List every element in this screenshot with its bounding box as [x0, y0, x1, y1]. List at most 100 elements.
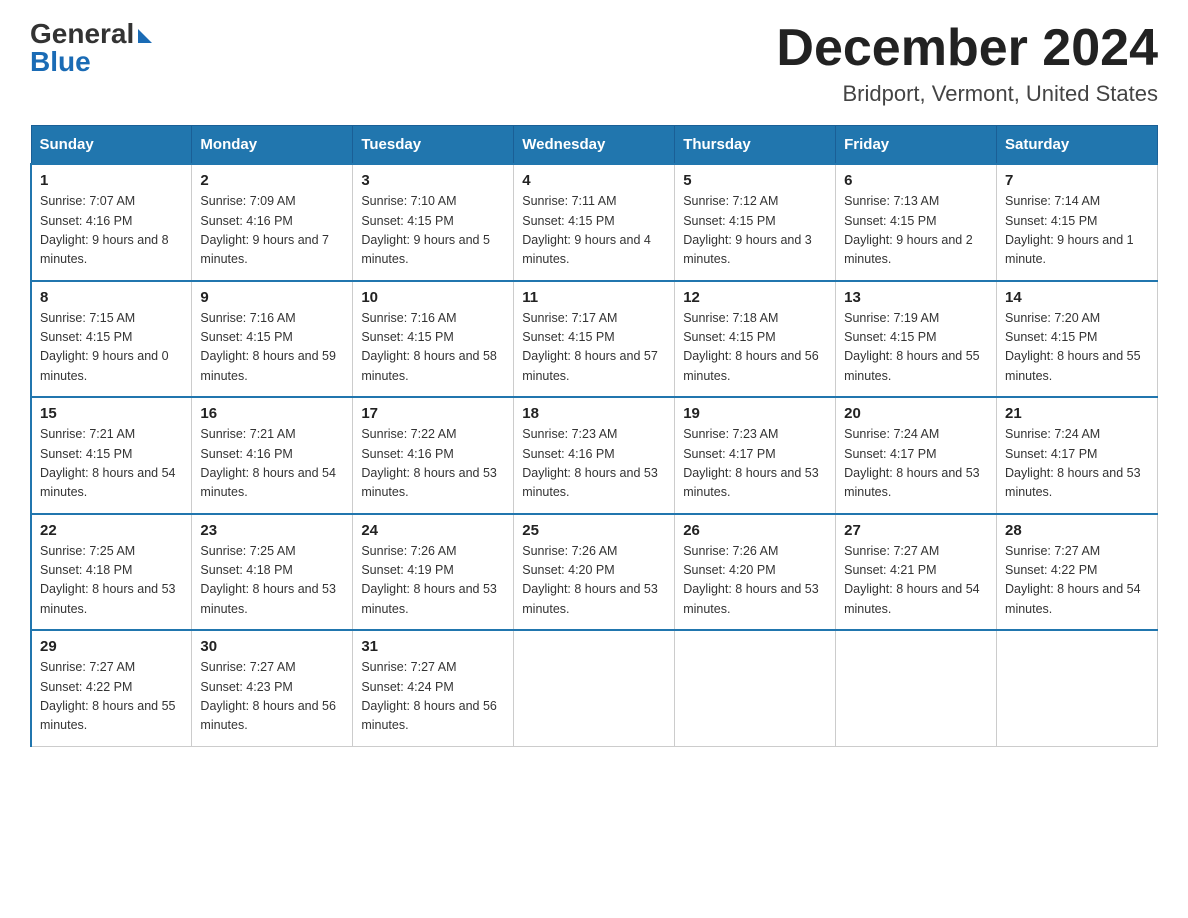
day-number: 9 — [200, 289, 344, 306]
day-info: Sunrise: 7:26 AMSunset: 4:20 PMDaylight:… — [522, 542, 666, 620]
day-info: Sunrise: 7:24 AMSunset: 4:17 PMDaylight:… — [1005, 425, 1149, 503]
day-number: 5 — [683, 172, 827, 189]
day-info: Sunrise: 7:27 AMSunset: 4:22 PMDaylight:… — [1005, 542, 1149, 620]
day-number: 16 — [200, 405, 344, 422]
day-number: 31 — [361, 638, 505, 655]
day-info: Sunrise: 7:27 AMSunset: 4:21 PMDaylight:… — [844, 542, 988, 620]
day-info: Sunrise: 7:16 AMSunset: 4:15 PMDaylight:… — [361, 309, 505, 387]
day-number: 3 — [361, 172, 505, 189]
day-cell: 15 Sunrise: 7:21 AMSunset: 4:15 PMDayligh… — [31, 397, 192, 514]
day-number: 30 — [200, 638, 344, 655]
week-row-4: 22Sunrise: 7:25 AMSunset: 4:18 PMDayligh… — [31, 514, 1158, 631]
day-number: 26 — [683, 522, 827, 539]
day-info: Sunrise: 7:21 AMSunset: 4:15 PMDaylight:… — [40, 425, 183, 503]
logo-general-text: General — [30, 20, 134, 48]
day-info: Sunrise: 7:23 AMSunset: 4:17 PMDaylight:… — [683, 425, 827, 503]
day-info: Sunrise: 7:19 AMSunset: 4:15 PMDaylight:… — [844, 309, 988, 387]
day-cell: 13 Sunrise: 7:19 AMSunset: 4:15 PMDayligh… — [836, 281, 997, 398]
day-info: Sunrise: 7:07 AMSunset: 4:16 PMDaylight:… — [40, 192, 183, 270]
day-number: 7 — [1005, 172, 1149, 189]
header-wednesday: Wednesday — [514, 126, 675, 165]
week-row-2: 8Sunrise: 7:15 AMSunset: 4:15 PMDaylight… — [31, 281, 1158, 398]
day-info: Sunrise: 7:11 AMSunset: 4:15 PMDaylight:… — [522, 192, 666, 270]
day-info: Sunrise: 7:13 AMSunset: 4:15 PMDaylight:… — [844, 192, 988, 270]
day-cell: 29Sunrise: 7:27 AMSunset: 4:22 PMDayligh… — [31, 630, 192, 746]
day-info: Sunrise: 7:27 AMSunset: 4:24 PMDaylight:… — [361, 658, 505, 736]
day-cell: 22Sunrise: 7:25 AMSunset: 4:18 PMDayligh… — [31, 514, 192, 631]
day-cell: 11Sunrise: 7:17 AMSunset: 4:15 PMDayligh… — [514, 281, 675, 398]
day-cell — [514, 630, 675, 746]
day-cell: 14 Sunrise: 7:20 AMSunset: 4:15 PMDayligh… — [997, 281, 1158, 398]
day-info: Sunrise: 7:16 AMSunset: 4:15 PMDaylight:… — [200, 309, 344, 387]
day-cell: 28 Sunrise: 7:27 AMSunset: 4:22 PMDayligh… — [997, 514, 1158, 631]
day-info: Sunrise: 7:25 AMSunset: 4:18 PMDaylight:… — [200, 542, 344, 620]
day-cell: 12Sunrise: 7:18 AMSunset: 4:15 PMDayligh… — [675, 281, 836, 398]
day-info: Sunrise: 7:26 AMSunset: 4:20 PMDaylight:… — [683, 542, 827, 620]
day-number: 2 — [200, 172, 344, 189]
day-cell — [997, 630, 1158, 746]
day-number: 13 — [844, 289, 988, 306]
day-cell: 25 Sunrise: 7:26 AMSunset: 4:20 PMDayligh… — [514, 514, 675, 631]
day-cell: 10 Sunrise: 7:16 AMSunset: 4:15 PMDayligh… — [353, 281, 514, 398]
day-info: Sunrise: 7:22 AMSunset: 4:16 PMDaylight:… — [361, 425, 505, 503]
day-info: Sunrise: 7:12 AMSunset: 4:15 PMDaylight:… — [683, 192, 827, 270]
day-cell: 17 Sunrise: 7:22 AMSunset: 4:16 PMDayligh… — [353, 397, 514, 514]
header-friday: Friday — [836, 126, 997, 165]
day-number: 21 — [1005, 405, 1149, 422]
day-number: 24 — [361, 522, 505, 539]
header-sunday: Sunday — [31, 126, 192, 165]
day-number: 23 — [200, 522, 344, 539]
day-info: Sunrise: 7:27 AMSunset: 4:23 PMDaylight:… — [200, 658, 344, 736]
day-info: Sunrise: 7:10 AMSunset: 4:15 PMDaylight:… — [361, 192, 505, 270]
day-number: 17 — [361, 405, 505, 422]
day-cell: 23 Sunrise: 7:25 AMSunset: 4:18 PMDayligh… — [192, 514, 353, 631]
day-info: Sunrise: 7:24 AMSunset: 4:17 PMDaylight:… — [844, 425, 988, 503]
day-info: Sunrise: 7:26 AMSunset: 4:19 PMDaylight:… — [361, 542, 505, 620]
day-info: Sunrise: 7:14 AMSunset: 4:15 PMDaylight:… — [1005, 192, 1149, 270]
day-number: 15 — [40, 405, 183, 422]
day-number: 12 — [683, 289, 827, 306]
header-thursday: Thursday — [675, 126, 836, 165]
day-cell: 31 Sunrise: 7:27 AMSunset: 4:24 PMDayligh… — [353, 630, 514, 746]
day-cell: 20Sunrise: 7:24 AMSunset: 4:17 PMDayligh… — [836, 397, 997, 514]
month-title: December 2024 — [776, 20, 1158, 77]
day-cell: 6 Sunrise: 7:13 AMSunset: 4:15 PMDaylight… — [836, 164, 997, 281]
location-title: Bridport, Vermont, United States — [776, 81, 1158, 107]
day-cell: 27 Sunrise: 7:27 AMSunset: 4:21 PMDayligh… — [836, 514, 997, 631]
header-tuesday: Tuesday — [353, 126, 514, 165]
day-number: 18 — [522, 405, 666, 422]
day-info: Sunrise: 7:27 AMSunset: 4:22 PMDaylight:… — [40, 658, 183, 736]
day-cell: 8Sunrise: 7:15 AMSunset: 4:15 PMDaylight… — [31, 281, 192, 398]
day-info: Sunrise: 7:21 AMSunset: 4:16 PMDaylight:… — [200, 425, 344, 503]
day-cell — [675, 630, 836, 746]
day-cell: 1 Sunrise: 7:07 AMSunset: 4:16 PMDaylight… — [31, 164, 192, 281]
day-cell — [836, 630, 997, 746]
day-cell: 19 Sunrise: 7:23 AMSunset: 4:17 PMDayligh… — [675, 397, 836, 514]
week-row-1: 1 Sunrise: 7:07 AMSunset: 4:16 PMDaylight… — [31, 164, 1158, 281]
day-info: Sunrise: 7:23 AMSunset: 4:16 PMDaylight:… — [522, 425, 666, 503]
day-cell: 24 Sunrise: 7:26 AMSunset: 4:19 PMDayligh… — [353, 514, 514, 631]
week-row-5: 29Sunrise: 7:27 AMSunset: 4:22 PMDayligh… — [31, 630, 1158, 746]
day-number: 27 — [844, 522, 988, 539]
day-cell: 7 Sunrise: 7:14 AMSunset: 4:15 PMDaylight… — [997, 164, 1158, 281]
logo: General Blue — [30, 20, 152, 76]
day-cell: 26 Sunrise: 7:26 AMSunset: 4:20 PMDayligh… — [675, 514, 836, 631]
day-cell: 18 Sunrise: 7:23 AMSunset: 4:16 PMDayligh… — [514, 397, 675, 514]
day-number: 28 — [1005, 522, 1149, 539]
header-saturday: Saturday — [997, 126, 1158, 165]
day-number: 25 — [522, 522, 666, 539]
day-number: 14 — [1005, 289, 1149, 306]
day-cell: 5 Sunrise: 7:12 AMSunset: 4:15 PMDaylight… — [675, 164, 836, 281]
day-info: Sunrise: 7:20 AMSunset: 4:15 PMDaylight:… — [1005, 309, 1149, 387]
day-number: 1 — [40, 172, 183, 189]
day-number: 19 — [683, 405, 827, 422]
day-number: 4 — [522, 172, 666, 189]
day-info: Sunrise: 7:15 AMSunset: 4:15 PMDaylight:… — [40, 309, 183, 387]
calendar-table: SundayMondayTuesdayWednesdayThursdayFrid… — [30, 125, 1158, 747]
day-number: 10 — [361, 289, 505, 306]
week-row-3: 15 Sunrise: 7:21 AMSunset: 4:15 PMDayligh… — [31, 397, 1158, 514]
page-header: General Blue December 2024 Bridport, Ver… — [30, 20, 1158, 107]
day-cell: 16 Sunrise: 7:21 AMSunset: 4:16 PMDayligh… — [192, 397, 353, 514]
day-info: Sunrise: 7:25 AMSunset: 4:18 PMDaylight:… — [40, 542, 183, 620]
day-number: 6 — [844, 172, 988, 189]
